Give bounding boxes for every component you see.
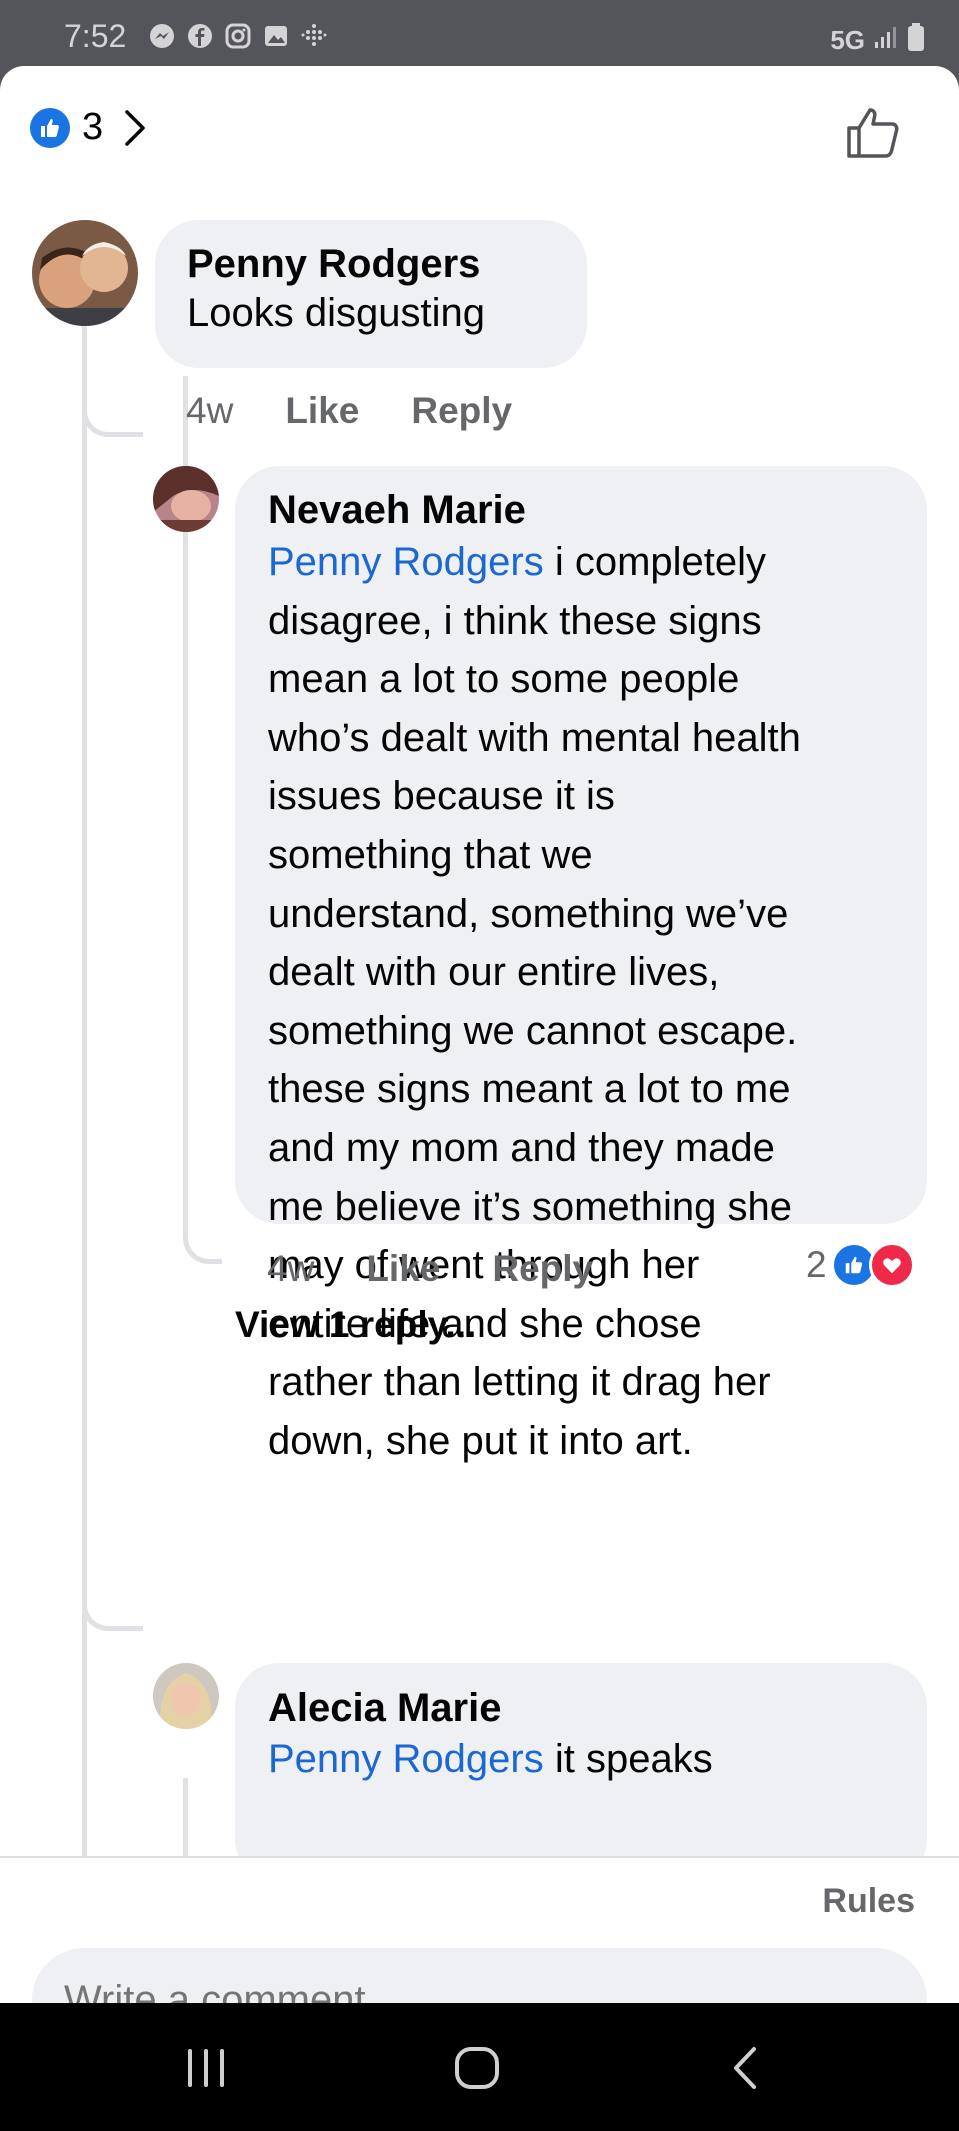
avatar[interactable] — [153, 466, 219, 532]
comment-text: Penny Rodgers it speaks — [268, 1730, 713, 1789]
like-button[interactable]: Like — [285, 390, 359, 432]
comments-sheet: 3 Penny Rodgers Looks disgusting 4w Like… — [0, 66, 959, 2003]
facebook-icon — [186, 22, 214, 50]
recent-apps-icon — [188, 2049, 224, 2087]
comment-composer: Rules — [0, 1856, 959, 2003]
comment-reactions[interactable]: 2 — [806, 1242, 915, 1288]
network-type: 5G — [830, 25, 865, 55]
comment-time: 4w — [186, 390, 234, 431]
sheet-header: 3 — [0, 66, 959, 196]
status-bar: 7:52 5G — [0, 0, 959, 66]
comment-author[interactable]: Alecia Marie — [268, 1686, 501, 1731]
back-icon — [734, 2047, 756, 2089]
dots-grid-icon — [300, 22, 328, 50]
avatar[interactable] — [32, 220, 138, 326]
love-reaction-icon — [868, 1242, 915, 1288]
comment-author[interactable]: Penny Rodgers — [187, 242, 480, 287]
like-count: 3 — [82, 106, 104, 148]
comment-actions: 4w Like Reply — [267, 1248, 593, 1290]
comment-input[interactable] — [32, 1948, 927, 2003]
mention-link[interactable]: Penny Rodgers — [268, 1737, 544, 1781]
status-right: 5G — [830, 22, 925, 59]
thread-connector — [82, 394, 143, 437]
comment-thread: Penny Rodgers Looks disgusting 4w Like R… — [0, 196, 959, 1856]
avatar[interactable] — [153, 1663, 219, 1729]
reply-button[interactable]: Reply — [411, 390, 512, 432]
messenger-icon — [148, 22, 176, 50]
like-button[interactable]: Like — [366, 1248, 440, 1290]
comment-body: it speaks — [543, 1737, 713, 1781]
system-navigation-bar — [0, 2003, 959, 2131]
mention-link[interactable]: Penny Rodgers — [268, 540, 544, 584]
signal-icon — [873, 24, 899, 57]
instagram-icon — [224, 22, 252, 50]
rules-link[interactable]: Rules — [822, 1882, 915, 1921]
comment-actions: 4w Like Reply — [186, 390, 512, 432]
like-reaction-icon — [30, 107, 70, 148]
chevron-right-icon — [115, 108, 155, 148]
gallery-icon — [262, 22, 290, 50]
home-button[interactable] — [447, 2043, 507, 2093]
comment-author[interactable]: Nevaeh Marie — [268, 488, 526, 533]
reaction-count: 2 — [806, 1244, 827, 1285]
thread-line — [82, 308, 87, 1856]
recent-apps-button[interactable] — [176, 2043, 236, 2093]
home-icon — [455, 2047, 499, 2089]
like-post-button[interactable] — [843, 102, 903, 162]
back-button[interactable] — [716, 2043, 776, 2093]
battery-icon — [907, 22, 925, 59]
reactions-summary[interactable]: 3 — [30, 106, 155, 149]
thread-connector — [183, 1196, 222, 1264]
comment-time: 4w — [267, 1248, 315, 1289]
notification-icons — [148, 22, 328, 50]
thread-line — [183, 1778, 188, 1856]
reply-button[interactable]: Reply — [492, 1248, 593, 1290]
view-replies-link[interactable]: View 1 reply... — [235, 1304, 476, 1346]
comment-text: Looks disgusting — [187, 291, 485, 335]
thread-connector — [82, 1586, 143, 1631]
status-time: 7:52 — [64, 18, 127, 54]
thumbs-up-outline-icon — [847, 108, 899, 158]
